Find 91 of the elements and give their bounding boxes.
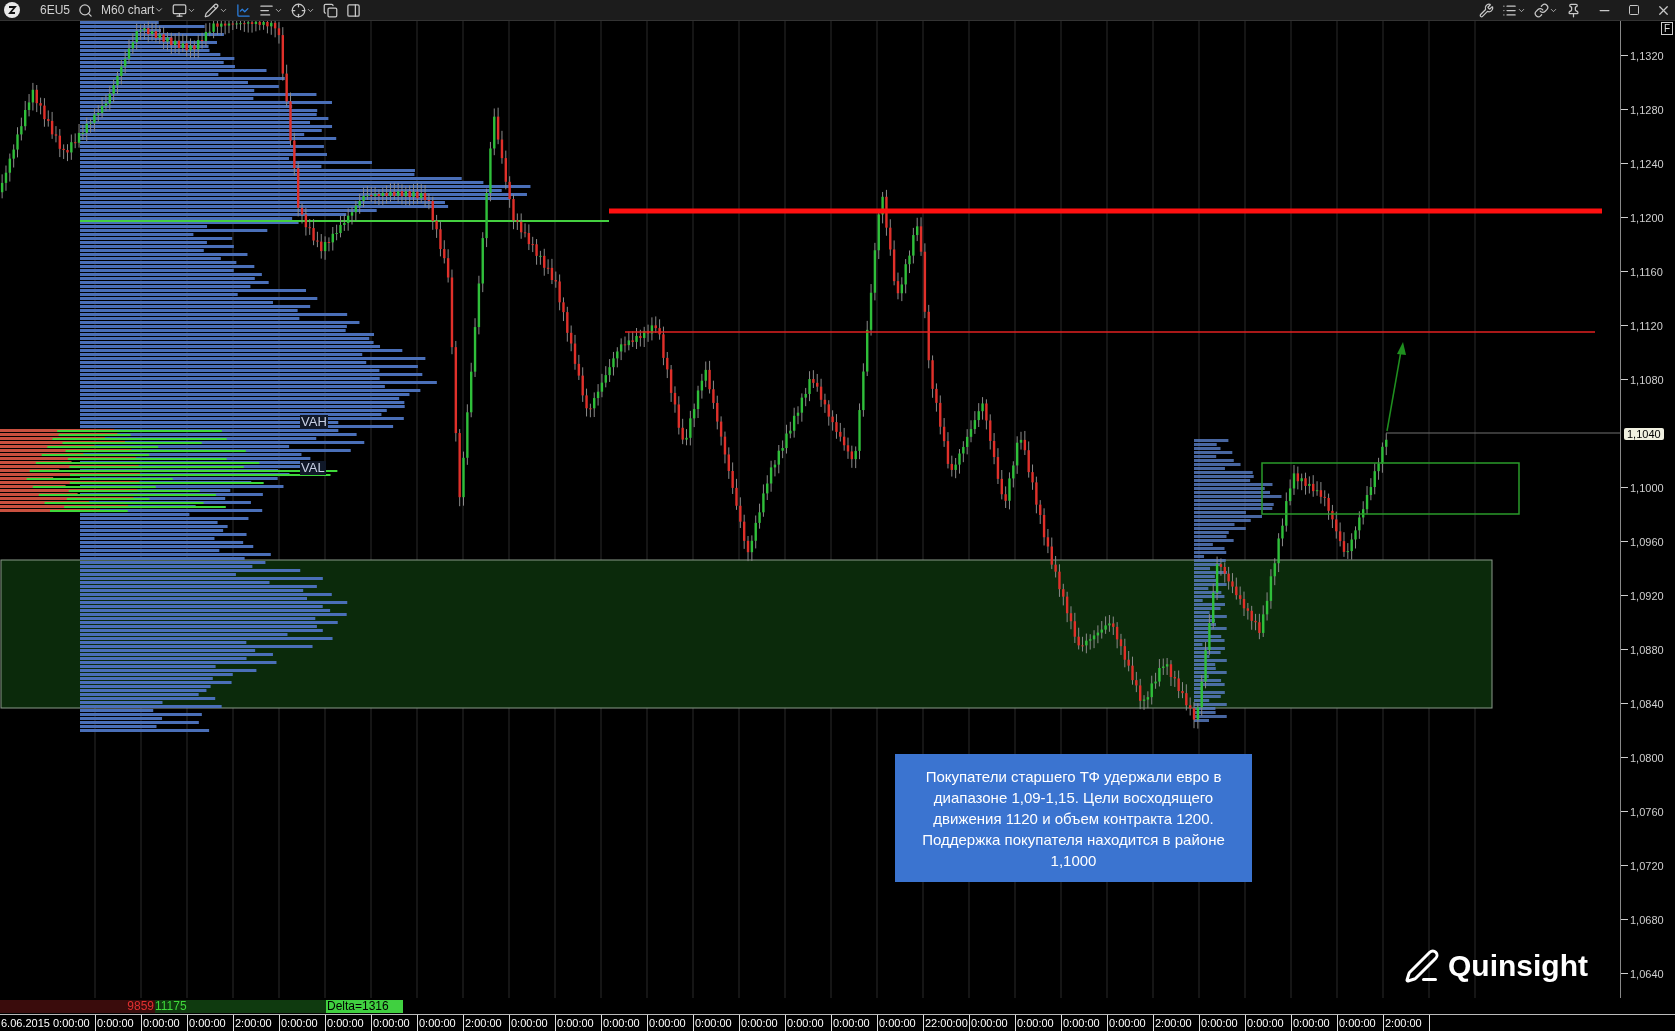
time-label: 2:00:00 [1384,1015,1430,1031]
price-label: 1,0960 [1630,535,1664,548]
crosshair-icon[interactable] [291,2,307,18]
time-label: 0:00:00 [96,1015,142,1031]
watermark-logo-text: Quinsight [1448,948,1588,984]
price-label: 1,1240 [1630,157,1664,170]
tick-mark [1621,595,1628,596]
time-label: 0:00:00 [1062,1015,1108,1031]
time-label: 0:00:00 [1200,1015,1246,1031]
price-label: 1,1280 [1630,103,1664,116]
tick-mark [1621,55,1628,56]
tick-mark [1621,379,1628,380]
list-icon[interactable] [1502,2,1517,18]
price-label: 1,1120 [1630,319,1663,332]
price-label: 1,0800 [1630,751,1664,764]
tick-mark [1621,649,1628,650]
time-label: 0:00:00 [1246,1015,1292,1031]
tick-mark [1621,865,1628,866]
time-label: 0:00:00 [556,1015,602,1031]
annotation-text: Покупатели старшего ТФ удержали евро в диапазоне 1,09-1,15. Цели восходящего движения 1120 и объем контракта 1200. Поддержка покупателя находится в районе 1,1000 [921,766,1226,871]
tools-icon[interactable] [1479,2,1494,18]
price-label: 1,1200 [1630,211,1664,224]
time-label: 0:00:00 [694,1015,740,1031]
time-label: 0:00:00 [280,1015,326,1031]
corner-button[interactable]: F [1660,22,1673,35]
time-label: 0:00:00 [326,1015,372,1031]
monitor-icon[interactable] [172,2,188,18]
time-label: 0:00:00 [832,1015,878,1031]
price-label: 1,0840 [1630,697,1664,710]
time-label: 0:00:00 [1338,1015,1384,1031]
tick-mark [1621,703,1628,704]
price-label: 1,0880 [1630,643,1664,656]
time-label: 2:00:00 [1154,1015,1200,1031]
time-label: 0:00:00 [878,1015,924,1031]
time-label: 0:00:00 [418,1015,464,1031]
time-label: 2:00:00 [464,1015,510,1031]
price-label: 1,0720 [1630,859,1664,872]
tick-mark [1621,487,1628,488]
buy-volume-bar: 11175 [155,999,326,1013]
app-logo-icon[interactable] [4,2,20,18]
price-label: 1,1080 [1630,373,1664,386]
price-label: 1,1320 [1630,49,1664,62]
time-label: 0:00:00 [648,1015,694,1031]
time-label: 6.06.2015 0:00:00 [0,1015,96,1031]
tick-mark [1621,757,1628,758]
time-label: 0:00:00 [1016,1015,1062,1031]
profile-level-label: VAH [300,415,328,429]
time-label: 0:00:00 [142,1015,188,1031]
caret-icon [154,5,165,15]
panel-icon[interactable] [346,2,362,18]
time-label: 0:00:00 [372,1015,418,1031]
time-label: 22:00:00 [924,1015,970,1031]
price-label: 1,1160 [1630,265,1663,278]
pen-icon [1404,947,1440,984]
current-price-tag: 1,1040 [1624,427,1664,440]
time-label: 0:00:00 [970,1015,1016,1031]
tick-mark [1621,163,1628,164]
time-label: 0:00:00 [1292,1015,1338,1031]
tick-mark [1621,271,1628,272]
sell-volume-bar: 9859 [0,999,155,1013]
profile-level-label: VAL [300,461,326,475]
windows-icon[interactable] [323,2,339,18]
price-label: 1,0640 [1630,967,1664,980]
tick-mark [1621,541,1628,542]
time-label: 0:00:00 [786,1015,832,1031]
tick-mark [1621,325,1628,326]
tick-mark [1621,973,1628,974]
symbol-label[interactable]: 6EU5 [40,1,71,19]
tick-mark [1621,811,1628,812]
restore-icon[interactable] [1628,4,1640,16]
bars-icon[interactable] [259,2,275,18]
line-chart-icon[interactable] [236,2,252,18]
link-icon[interactable] [1534,2,1549,18]
delta-label: Delta=1316 [326,999,403,1013]
price-label: 1,1000 [1630,481,1664,494]
time-label: 0:00:00 [740,1015,786,1031]
search-icon[interactable] [78,2,94,18]
tick-mark [1621,217,1628,218]
time-label: 0:00:00 [510,1015,556,1031]
price-label: 1,0760 [1630,805,1664,818]
tick-mark [1621,109,1628,110]
time-label: 2:00:00 [234,1015,280,1031]
pin-icon[interactable] [1566,2,1581,18]
chart-name-dropdown[interactable]: M60 chart [101,1,165,19]
time-label: 0:00:00 [188,1015,234,1031]
pencil-icon[interactable] [204,2,220,18]
tick-mark [1621,919,1628,920]
time-label: 0:00:00 [602,1015,648,1031]
time-label: 0:00:00 [1108,1015,1154,1031]
price-label: 1,0920 [1630,589,1664,602]
price-label: 1,0680 [1630,913,1664,926]
